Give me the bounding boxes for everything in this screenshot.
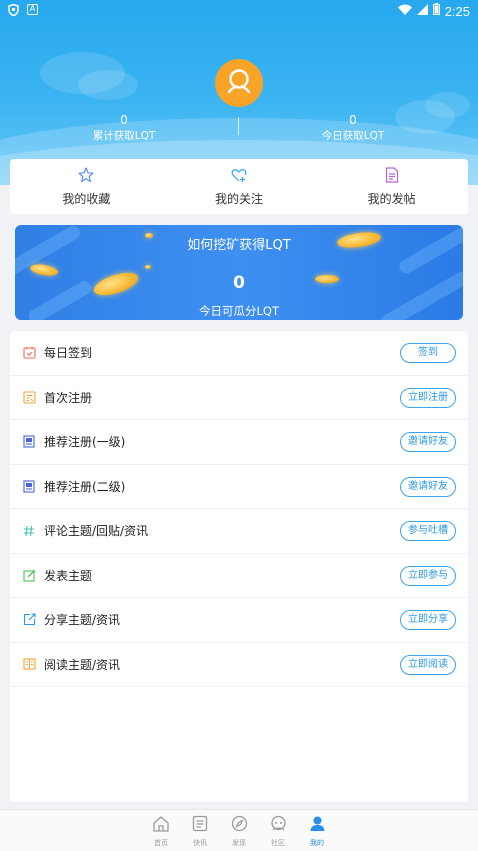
home-icon <box>152 815 170 836</box>
invite-icon <box>22 479 36 493</box>
task-row-post-topic: 发表主题 立即参与 <box>10 554 468 598</box>
banner-value: 0 <box>233 273 245 293</box>
task-row-daily-checkin: 每日签到 签到 <box>10 331 468 376</box>
nav-home[interactable]: 首页 <box>150 815 172 851</box>
task-row-share: 分享主题/资讯 立即分享 <box>10 598 468 643</box>
document-icon <box>385 166 399 187</box>
heart-plus-icon <box>231 167 247 187</box>
wifi-icon <box>397 4 412 19</box>
hash-icon <box>22 524 36 538</box>
join-discussion-button[interactable]: 参与吐槽 <box>400 521 456 541</box>
participate-now-button[interactable]: 立即参与 <box>400 565 456 586</box>
my-favorites-label: 我的收藏 <box>62 191 111 206</box>
task-row-referral-level2: 推荐注册(二级) 邀请好友 <box>10 465 468 509</box>
nav-label: 社区 <box>271 839 285 847</box>
nav-label: 首页 <box>154 839 168 847</box>
compass-icon <box>231 815 248 836</box>
register-icon <box>22 390 36 404</box>
total-lqt-value: 0 <box>120 113 128 127</box>
read-icon <box>22 657 36 671</box>
nav-label: 快讯 <box>193 839 207 847</box>
read-now-button[interactable]: 立即阅读 <box>400 654 456 675</box>
avatar[interactable] <box>215 59 263 107</box>
my-posts-button[interactable]: 我的发帖 <box>315 159 468 214</box>
task-name: 推荐注册(二级) <box>44 479 126 494</box>
nav-label: 我的 <box>310 839 324 847</box>
profile-header: A 2:25 0 累计获取LQT 0 今日获取LQT <box>0 0 478 185</box>
nav-profile[interactable]: 我的 <box>306 815 328 851</box>
my-following-label: 我的关注 <box>215 191 264 206</box>
my-following-button[interactable]: 我的关注 <box>163 159 316 214</box>
quick-actions-card: 我的收藏 我的关注 我的发帖 <box>10 159 468 214</box>
task-name: 评论主题/回贴/资讯 <box>44 524 149 539</box>
invite-friends-button[interactable]: 邀请好友 <box>400 476 456 497</box>
notification-app-icon: A <box>27 4 38 15</box>
mining-banner[interactable]: 如何挖矿获得LQT 0 今日可瓜分LQT <box>15 225 463 320</box>
shield-icon <box>8 3 19 20</box>
user-avatar-icon <box>225 67 253 99</box>
share-now-button[interactable]: 立即分享 <box>400 610 456 630</box>
task-name: 每日签到 <box>44 346 93 361</box>
nav-label: 发现 <box>232 839 246 847</box>
coin-icon <box>145 265 151 269</box>
nav-news[interactable]: 快讯 <box>189 815 211 851</box>
banner-title: 如何挖矿获得LQT <box>187 238 291 253</box>
today-lqt-stat: 0 今日获取LQT <box>253 113 453 144</box>
task-row-comment: 评论主题/回贴/资讯 参与吐槽 <box>10 509 468 554</box>
bottom-navigation: 首页 快讯 发现 社区 我的 <box>0 809 478 851</box>
header-cloud <box>78 70 138 100</box>
invite-icon <box>22 435 36 449</box>
total-lqt-label: 累计获取LQT <box>92 130 156 142</box>
today-lqt-value: 0 <box>349 113 357 127</box>
task-row-first-register: 首次注册 立即注册 <box>10 376 468 420</box>
nav-discover[interactable]: 发现 <box>228 815 250 851</box>
banner-subtitle: 今日可瓜分LQT <box>199 304 279 318</box>
invite-friends-button[interactable]: 邀请好友 <box>400 432 456 452</box>
edit-icon <box>22 568 36 582</box>
profile-icon <box>309 815 326 836</box>
total-lqt-stat: 0 累计获取LQT <box>24 113 224 144</box>
share-icon <box>22 613 36 627</box>
status-time: 2:25 <box>444 3 470 19</box>
task-row-read: 阅读主题/资讯 立即阅读 <box>10 643 468 687</box>
today-lqt-label: 今日获取LQT <box>321 130 385 142</box>
status-bar: A 2:25 <box>0 0 478 22</box>
task-name: 发表主题 <box>44 568 93 583</box>
stat-divider <box>238 117 239 135</box>
star-icon <box>78 166 94 187</box>
task-list: 每日签到 签到 首次注册 立即注册 推荐注册(一级) 邀请好友 推荐注册(二级)… <box>10 331 468 802</box>
my-favorites-button[interactable]: 我的收藏 <box>10 159 163 214</box>
community-icon <box>270 815 287 836</box>
task-row-referral-level1: 推荐注册(一级) 邀请好友 <box>10 420 468 465</box>
battery-icon <box>432 3 440 19</box>
checkin-button[interactable]: 签到 <box>400 343 456 363</box>
nav-community[interactable]: 社区 <box>267 815 289 851</box>
task-name: 推荐注册(一级) <box>44 435 126 450</box>
my-posts-label: 我的发帖 <box>367 191 416 206</box>
task-name: 分享主题/资讯 <box>44 613 121 628</box>
task-name: 首次注册 <box>44 390 93 405</box>
calendar-icon <box>22 346 36 360</box>
register-now-button[interactable]: 立即注册 <box>400 387 456 408</box>
task-name: 阅读主题/资讯 <box>44 657 121 672</box>
signal-icon <box>416 3 428 19</box>
news-icon <box>192 815 208 836</box>
